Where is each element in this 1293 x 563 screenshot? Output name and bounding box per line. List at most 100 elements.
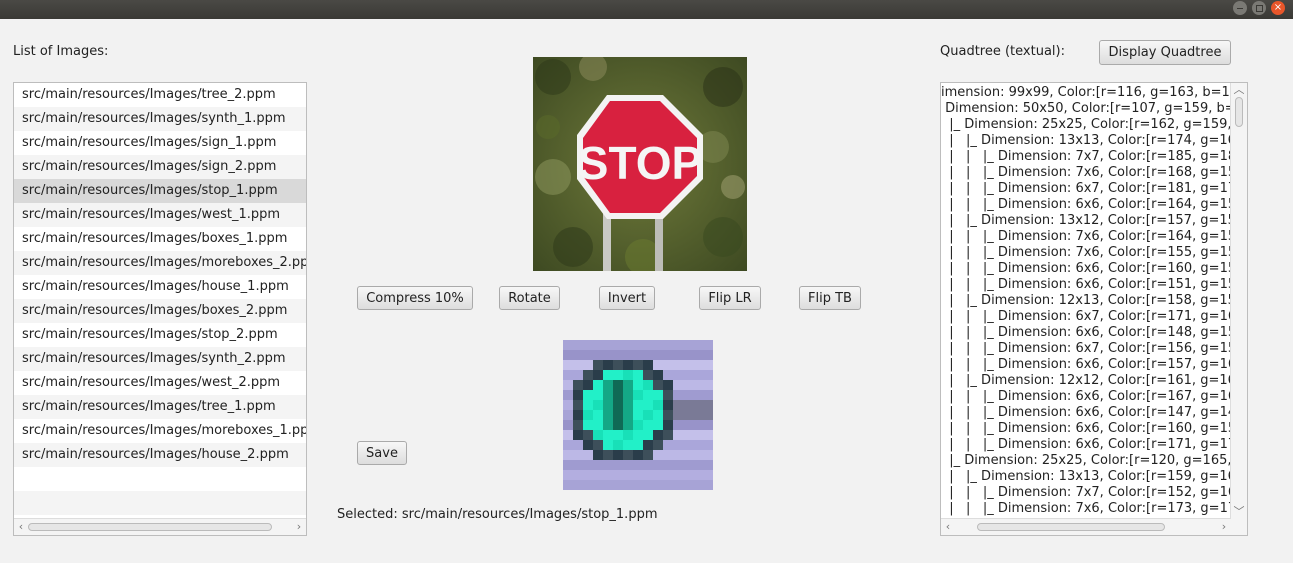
list-item[interactable]: src/main/resources/Images/stop_1.ppm (14, 179, 306, 203)
pixel (633, 380, 643, 390)
pixel (653, 450, 663, 460)
pixel (623, 350, 633, 360)
pixel (603, 450, 613, 460)
quadtree-line: | | |_ Dimension: 6x6, Color:[r=151, g=1… (941, 277, 1233, 292)
scroll-down-icon[interactable]: ﹀ (1233, 505, 1245, 519)
pixel (693, 450, 703, 460)
pixel (633, 370, 643, 380)
quadtree-line: | | |_ Dimension: 6x6, Color:[r=160, g=1… (941, 261, 1233, 276)
list-item[interactable]: src/main/resources/Images/boxes_2.ppm (14, 299, 306, 323)
pixel (633, 360, 643, 370)
pixel (643, 380, 653, 390)
pixel (653, 420, 663, 430)
list-item[interactable]: src/main/resources/Images/house_1.ppm (14, 275, 306, 299)
quadtree-vscroll-thumb[interactable] (1235, 97, 1243, 127)
list-item[interactable]: src/main/resources/Images/tree_2.ppm (14, 83, 306, 107)
list-item[interactable]: src/main/resources/Images/sign_2.ppm (14, 155, 306, 179)
pixel (653, 430, 663, 440)
pixel (613, 480, 623, 490)
flip-lr-button[interactable]: Flip LR (699, 286, 761, 310)
scroll-up-icon[interactable]: ︿ (1233, 83, 1245, 97)
quadtree-horizontal-scrollbar[interactable]: ‹ › (941, 518, 1231, 535)
list-item[interactable]: src/main/resources/Images/west_1.ppm (14, 203, 306, 227)
pixel (633, 420, 643, 430)
pixel (633, 450, 643, 460)
pixel (583, 350, 593, 360)
list-item[interactable]: src/main/resources/Images/tree_1.ppm (14, 395, 306, 419)
list-title: List of Images: (13, 44, 109, 59)
pixel (633, 350, 643, 360)
list-item[interactable]: src/main/resources/Images/west_2.ppm (14, 371, 306, 395)
pixel (573, 380, 583, 390)
quadtree-line: | | |_ Dimension: 6x6, Color:[r=148, g=1… (941, 325, 1233, 340)
quadtree-line: | | |_ Dimension: 7x6, Color:[r=164, g=1… (941, 229, 1233, 244)
pixel (663, 420, 673, 430)
quadtree-line: | | |_ Dimension: 6x6, Color:[r=157, g=1… (941, 357, 1233, 372)
pixel (613, 370, 623, 380)
quadtree-text-area[interactable]: imension: 99x99, Color:[r=116, g=163, b=… (940, 82, 1248, 536)
pixel (593, 340, 603, 350)
invert-button[interactable]: Invert (599, 286, 655, 310)
pixel (603, 440, 613, 450)
flip-tb-button[interactable]: Flip TB (799, 286, 861, 310)
pixel (643, 410, 653, 420)
pixel (673, 390, 683, 400)
pixel (683, 470, 693, 480)
list-item[interactable]: src/main/resources/Images/moreboxes_2.pp… (14, 251, 306, 275)
scroll-left-icon[interactable]: ‹ (15, 520, 27, 534)
close-icon[interactable]: × (1271, 1, 1285, 15)
pixel (583, 410, 593, 420)
pixel (633, 430, 643, 440)
scroll-right-icon[interactable]: › (293, 520, 305, 534)
pixel (573, 470, 583, 480)
pixel (593, 450, 603, 460)
pixel (693, 410, 703, 420)
scroll-left-icon[interactable]: ‹ (942, 520, 954, 534)
pixel (693, 390, 703, 400)
pixel (623, 430, 633, 440)
pixel (693, 380, 703, 390)
pixel (653, 440, 663, 450)
display-quadtree-button[interactable]: Display Quadtree (1099, 40, 1231, 65)
list-item[interactable]: src/main/resources/Images/house_2.ppm (14, 443, 306, 467)
pixel (673, 340, 683, 350)
pixel (683, 420, 693, 430)
quadtree-line: | | |_ Dimension: 6x6, Color:[r=167, g=1… (941, 389, 1233, 404)
list-item[interactable]: src/main/resources/Images/boxes_1.ppm (14, 227, 306, 251)
list-item[interactable]: src/main/resources/Images/stop_2.ppm (14, 323, 306, 347)
pixel (643, 400, 653, 410)
pixel (633, 390, 643, 400)
pixel (643, 360, 653, 370)
image-list[interactable]: src/main/resources/Images/tree_2.ppm src/… (13, 82, 307, 536)
pixel (603, 470, 613, 480)
quadtree-line: Dimension: 50x50, Color:[r=107, g=159, b… (941, 101, 1233, 116)
original-image: STOP (533, 57, 747, 271)
pixel (613, 380, 623, 390)
pixel (563, 440, 573, 450)
quadtree-line: |_ Dimension: 25x25, Color:[r=120, g=165… (941, 453, 1232, 468)
pixel (643, 350, 653, 360)
pixel (623, 440, 633, 450)
maximize-icon[interactable] (1252, 1, 1266, 15)
pixel (643, 470, 653, 480)
list-item[interactable]: src/main/resources/Images/synth_2.ppm (14, 347, 306, 371)
list-scroll-thumb[interactable] (28, 523, 272, 531)
list-item[interactable]: src/main/resources/Images/moreboxes_1.pp… (14, 419, 306, 443)
pixel (683, 390, 693, 400)
list-horizontal-scrollbar[interactable]: ‹ › (14, 518, 306, 535)
quadtree-line: | | |_ Dimension: 7x6, Color:[r=168, g=1… (941, 165, 1233, 180)
rotate-button[interactable]: Rotate (499, 286, 560, 310)
list-item[interactable]: src/main/resources/Images/synth_1.ppm (14, 107, 306, 131)
pixel (673, 470, 683, 480)
quadtree-hscroll-thumb[interactable] (977, 523, 1165, 531)
minimize-icon[interactable] (1233, 1, 1247, 15)
pixel (613, 410, 623, 420)
pixel (653, 480, 663, 490)
save-button[interactable]: Save (357, 441, 407, 465)
pixel (603, 420, 613, 430)
list-item[interactable]: src/main/resources/Images/sign_1.ppm (14, 131, 306, 155)
pixel (633, 440, 643, 450)
scroll-right-icon[interactable]: › (1218, 520, 1230, 534)
compress-button[interactable]: Compress 10% (357, 286, 473, 310)
quadtree-vertical-scrollbar[interactable]: ︿ ﹀ (1230, 83, 1247, 519)
